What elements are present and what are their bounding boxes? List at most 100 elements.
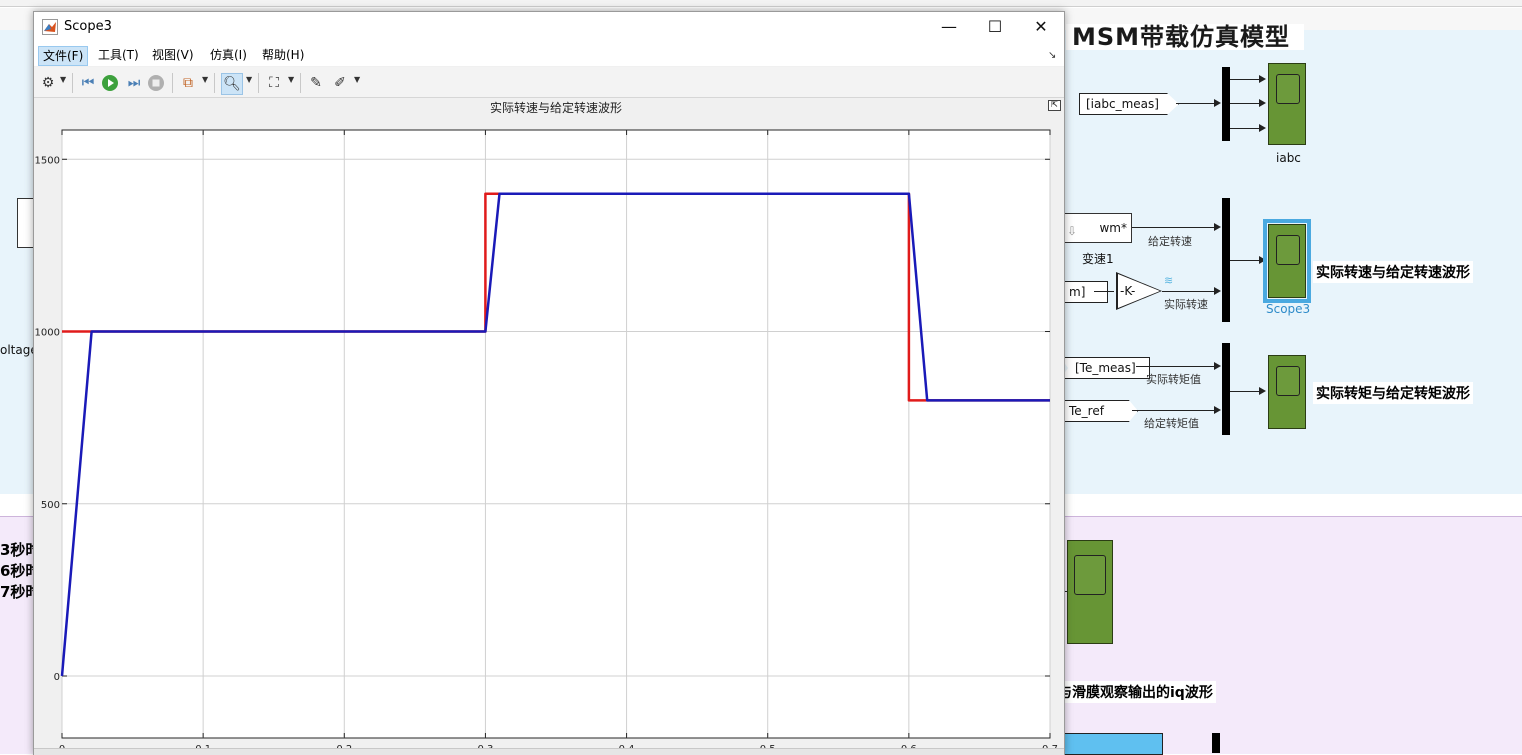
arrowhead <box>1259 124 1266 132</box>
wire <box>1176 103 1216 104</box>
maximize-button[interactable]: ☐ <box>972 12 1018 42</box>
window-title: Scope3 <box>64 19 112 34</box>
run-icon[interactable] <box>100 73 120 93</box>
signal-label-actual-speed: 实际转速 <box>1164 298 1208 311</box>
down-arrow-icon: ⇩ <box>1067 224 1078 238</box>
torque-waveform-label: 实际转矩与给定转矩波形 <box>1313 382 1473 404</box>
step-back-icon[interactable]: ⏮ <box>78 73 98 93</box>
chevron-down-icon[interactable]: ▼ <box>246 75 252 84</box>
mux-block[interactable] <box>1212 733 1220 753</box>
wire <box>1132 227 1214 228</box>
menu-file[interactable]: 文件(F) <box>38 46 89 66</box>
status-bar <box>34 748 1064 755</box>
wire <box>1230 391 1260 392</box>
undock-axes-icon[interactable]: ⇱ <box>1048 100 1061 111</box>
chevron-down-icon[interactable]: ▼ <box>354 75 360 84</box>
wire <box>1136 366 1214 367</box>
wire <box>1230 260 1260 261</box>
toolbar-separator <box>172 73 173 93</box>
run-glyph <box>102 75 118 91</box>
wire <box>1162 291 1214 292</box>
menu-help[interactable]: 帮助(H) <box>258 46 308 64</box>
scope-screen-icon <box>1276 74 1300 104</box>
window-titlebar[interactable]: Scope3 — ☐ ✕ <box>34 12 1064 42</box>
arrowhead <box>1259 387 1266 395</box>
toolbar-separator <box>300 73 301 93</box>
arrowhead <box>1214 223 1221 231</box>
y-tick-label: 1500 <box>35 155 60 166</box>
chevron-down-icon[interactable]: ▼ <box>288 75 294 84</box>
from-te-ref[interactable]: Te_ref <box>1062 400 1138 422</box>
constant-block-label: 变速1 <box>1082 252 1114 266</box>
minimize-button[interactable]: — <box>926 12 972 42</box>
menu-view[interactable]: 视图(V) <box>148 46 198 64</box>
wire <box>1132 410 1214 411</box>
scope-block-iabc[interactable] <box>1268 63 1306 145</box>
toolbar-separator <box>72 73 73 93</box>
toolbar-separator <box>258 73 259 93</box>
background-edge <box>0 0 1522 7</box>
scope-block-iq[interactable] <box>1067 540 1113 644</box>
mux-block[interactable] <box>1222 198 1230 322</box>
wire <box>1230 103 1260 104</box>
signal-label-given-torque: 给定转矩值 <box>1144 417 1199 430</box>
arrowhead <box>1259 99 1266 107</box>
constant-value: wm* <box>1099 221 1127 235</box>
highlight-icon[interactable]: ✐ <box>330 73 350 93</box>
goto-iabc-meas[interactable]: [iabc_meas] <box>1079 93 1179 115</box>
fit-view-icon[interactable]: ⛶ <box>264 73 284 93</box>
y-tick-label: 1000 <box>35 328 60 339</box>
scope-block-torque[interactable] <box>1268 355 1306 429</box>
menu-bar: 文件(F) 工具(T) 视图(V) 仿真(I) 帮助(H) ↘ <box>34 42 1064 66</box>
iq-waveform-label: 与滑膜观察输出的iq波形 <box>1055 681 1216 703</box>
arrowhead <box>1259 256 1266 264</box>
chevron-down-icon[interactable]: ▼ <box>60 75 66 84</box>
constant-block[interactable]: wm* ⇩ <box>1062 213 1132 243</box>
menu-simulation[interactable]: 仿真(I) <box>206 46 251 64</box>
menu-tools[interactable]: 工具(T) <box>94 46 143 64</box>
signal-label-actual-torque: 实际转矩值 <box>1146 373 1201 386</box>
scope-screen-icon <box>1276 366 1300 396</box>
style-icon[interactable]: ✎ <box>306 73 326 93</box>
arrowhead <box>1214 362 1221 370</box>
blue-block[interactable] <box>1063 733 1163 755</box>
arrowhead <box>1214 287 1221 295</box>
scope3-window: Scope3 — ☐ ✕ 文件(F) 工具(T) 视图(V) 仿真(I) 帮助(… <box>33 11 1065 755</box>
wire <box>1230 128 1260 129</box>
toolbar: ⚙ ▼ ⏮ ⏭ ⧉ ▼ 🔍︎ ▼ ⛶ ▼ ✎ ✐ ▼ <box>34 67 1064 98</box>
zoom-in-icon[interactable]: 🔍︎ <box>221 73 243 95</box>
wire <box>1094 291 1114 292</box>
scope-screen-icon <box>1074 555 1106 595</box>
model-title: MSM带载仿真模型 <box>1066 24 1305 50</box>
menu-dock-icon[interactable]: ↘ <box>1048 50 1056 61</box>
stop-glyph <box>148 75 164 91</box>
chart-title: 实际转速与给定转速波形 <box>490 100 622 115</box>
y-tick-label: 0 <box>54 672 60 683</box>
arrowhead <box>1214 406 1221 414</box>
signal-select-icon[interactable]: ⧉ <box>178 73 198 93</box>
plot-frame <box>61 129 1051 739</box>
wireless-icon: ≋ <box>1164 274 1174 287</box>
scope3-label: Scope3 <box>1266 302 1311 316</box>
signal-label-given-speed: 给定转速 <box>1148 235 1192 248</box>
stop-icon[interactable] <box>146 73 166 93</box>
toolbar-separator <box>214 73 215 93</box>
mux-block[interactable] <box>1222 67 1230 141</box>
gain-label: -K- <box>1120 284 1136 298</box>
close-button[interactable]: ✕ <box>1018 12 1064 42</box>
chevron-down-icon[interactable]: ▼ <box>202 75 208 84</box>
mux-block[interactable] <box>1222 343 1230 435</box>
wire <box>1230 79 1260 80</box>
arrowhead <box>1214 99 1221 107</box>
scope-screen-icon <box>1276 235 1300 265</box>
from-te-meas[interactable]: [Te_meas] <box>1060 357 1150 379</box>
speed-waveform-label: 实际转速与给定转速波形 <box>1313 261 1473 283</box>
scope3-block[interactable] <box>1263 219 1311 303</box>
step-forward-icon[interactable]: ⏭ <box>124 73 144 93</box>
speed-chart[interactable]: 实际转速与给定转速波形00.10.20.30.40.50.60.70500100… <box>34 98 1064 748</box>
arrowhead <box>1259 75 1266 83</box>
plot-area: 实际转速与给定转速波形00.10.20.30.40.50.60.70500100… <box>34 98 1064 754</box>
gear-icon[interactable]: ⚙ <box>38 73 58 93</box>
scope-iabc-label: iabc <box>1276 151 1301 165</box>
y-tick-label: 500 <box>41 500 60 511</box>
